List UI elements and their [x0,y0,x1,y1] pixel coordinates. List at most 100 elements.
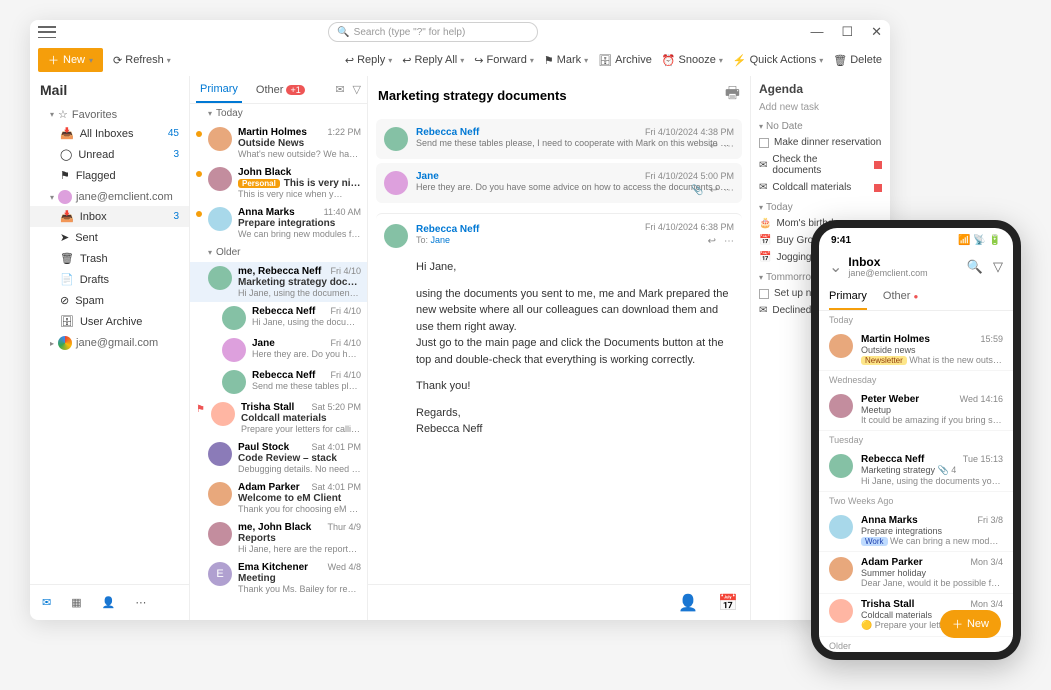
agenda-item[interactable]: Make dinner reservation [759,134,882,151]
message-body: Hi Jane, using the documents you sent to… [416,259,734,438]
sidebar-item-sent[interactable]: ➤ Sent [30,227,189,248]
close-icon[interactable]: ✕ [871,24,882,40]
phone-group-header: Older [819,637,1013,652]
phone-group-header: Today [819,311,1013,329]
conversation-message[interactable]: Jane Here they are. Do you have some adv… [376,163,742,203]
filter-icon[interactable]: ▽ [993,259,1003,275]
search-input[interactable]: 🔍 Search (type "?" for help) [328,22,538,42]
sidebar-item-spam[interactable]: ⊘ Spam [30,290,189,311]
mark-read-icon[interactable]: ✉ [335,83,344,96]
mail-icon[interactable]: ✉ [42,596,51,609]
quick-actions-button[interactable]: ⚡ Quick Actions ▾ [733,54,823,67]
message-menu-icon[interactable]: ⋯ [724,236,734,247]
flag-icon [874,161,882,169]
phone-new-button[interactable]: ＋ New [940,610,1001,638]
group-today[interactable]: ▾ Today [190,104,367,123]
favorites-header[interactable]: ▾ ☆ Favorites [30,104,189,123]
reading-bottom: 👤 📅 [368,584,750,620]
message-item[interactable]: Martin Holmes Outside News What's new ou… [190,123,367,163]
sidebar-item-unread[interactable]: ◯ Unread3 [30,144,189,165]
flag-icon [874,184,882,192]
phone-message-item[interactable]: Peter WeberWed 14:16 Meetup It could be … [819,389,1013,431]
agenda-item[interactable]: ✉Coldcall materials [759,179,882,196]
reading-pane: Marketing strategy documents 🖶 Rebecca N… [368,76,750,620]
mark-button[interactable]: ⚑ Mark ▾ [544,54,588,67]
sidebar-item-all-inboxes[interactable]: 📥 All Inboxes45 [30,123,189,144]
reply-all-button[interactable]: ↩ Reply All ▾ [402,54,464,67]
agenda-toggle-icon[interactable]: 📅 [718,593,738,613]
message-item[interactable]: John Black PersonalThis is very nice whe… [190,163,367,203]
tab-primary[interactable]: Primary [196,77,242,103]
phone-tab-primary[interactable]: Primary [829,284,867,310]
agenda-title: Agenda [759,82,882,96]
archive-button[interactable]: 🗄 Archive [598,54,652,67]
sidebar-item-archive[interactable]: 🗄 User Archive [30,311,189,332]
sidebar-item-flagged[interactable]: ⚑ Flagged [30,165,189,186]
print-icon[interactable]: 🖶 [725,82,740,109]
message-expanded: Rebecca Neff To: Jane Fri 4/10/2024 6:38… [376,213,742,456]
calendar-icon[interactable]: ▦ [71,596,81,609]
sidebar: Mail ▾ ☆ Favorites 📥 All Inboxes45 ◯ Unr… [30,76,190,620]
toolbar: ＋ New ▾ ⟳ Refresh ▾ ↩ Reply ▾ ↩ Reply Al… [30,44,890,76]
sidebar-item-trash[interactable]: 🗑 Trash [30,248,189,269]
message-menu-icon[interactable]: ⋯ [724,185,734,196]
phone-tab-other[interactable]: Other ● [883,284,918,310]
sidebar-item-inbox[interactable]: 📥 Inbox3 [30,206,189,227]
message-item[interactable]: me, John Black Reports Hi Jane, here are… [190,518,367,558]
phone-group-header: Tuesday [819,431,1013,449]
message-to[interactable]: Jane [431,235,451,245]
phone-message-item[interactable]: Anna MarksFri 3/8 Prepare integrations W… [819,510,1013,552]
message-item[interactable]: me, Rebecca Neff Marketing strategy docu… [190,262,367,302]
agenda-nodate-header[interactable]: ▾ No Date [759,121,882,132]
phone-group-header: Two Weeks Ago [819,492,1013,510]
delete-button[interactable]: 🗑 Delete [833,54,882,67]
message-item[interactable]: Rebecca Neff Hi Jane, using the document… [190,302,367,334]
message-item[interactable]: Rebecca Neff Send me these tables please… [190,366,367,398]
message-item[interactable]: Anna Marks Prepare integrations We can b… [190,203,367,243]
search-icon[interactable]: 🔍 [967,259,983,275]
new-button[interactable]: ＋ New ▾ [38,48,103,72]
tab-other[interactable]: Other +1 [252,78,309,102]
phone-inbox-title[interactable]: Inbox [848,256,927,268]
maximize-icon[interactable]: ☐ [841,24,853,40]
message-list: Primary Other +1 ✉ ▽ ▾ Today Martin Holm… [190,76,368,620]
message-menu-icon[interactable]: ⋯ [724,141,734,152]
more-icon[interactable]: ⋯ [135,596,146,609]
signal-battery-icon: 📶 📡 🔋 [958,235,1001,246]
account-header[interactable]: ▾ jane@emclient.com [30,186,189,206]
minimize-icon[interactable]: — [810,24,823,40]
attachment-icon: 📎 [691,185,703,196]
conversation-subject: Marketing strategy documents [378,88,567,103]
conversation-message[interactable]: Rebecca Neff Send me these tables please… [376,119,742,159]
snooze-button[interactable]: ⏰ Snooze ▾ [662,54,723,67]
account2-header[interactable]: ▸ jane@gmail.com [30,332,189,352]
phone-message-item[interactable]: Adam ParkerMon 3/4 Summer holiday Dear J… [819,552,1013,594]
sidebar-bottom-nav: ✉ ▦ 👤 ⋯ [30,584,189,620]
contact-detail-icon[interactable]: 👤 [678,593,698,613]
chevron-down-icon[interactable]: ⌄ [829,257,842,277]
reply-icon[interactable]: ↩ [710,141,718,152]
message-item[interactable]: E Ema Kitchener Meeting Thank you Ms. Ba… [190,558,367,598]
message-item[interactable]: ⚑ Trisha Stall Coldcall materials Prepar… [190,398,367,438]
phone-message-item[interactable]: Rebecca NeffTue 15:13 Marketing strategy… [819,449,1013,492]
reply-icon[interactable]: ↩ [710,185,718,196]
message-item[interactable]: Paul Stock Code Review – stack Debugging… [190,438,367,478]
refresh-button[interactable]: ⟳ Refresh ▾ [113,54,171,67]
reply-button[interactable]: ↩ Reply ▾ [345,54,392,67]
message-time: Fri 4/10/2024 6:38 PM [645,222,734,232]
filter-icon[interactable]: ▽ [353,83,361,96]
mobile-preview: 9:41 📶 📡 🔋 ⌄ Inbox jane@emclient.com 🔍 ▽… [811,220,1021,660]
refresh-icon: ⟳ [113,54,122,67]
sidebar-item-drafts[interactable]: 📄 Drafts [30,269,189,290]
agenda-item[interactable]: ✉Check the documents [759,151,882,179]
hamburger-icon[interactable] [38,26,56,38]
group-older[interactable]: ▾ Older [190,243,367,262]
contacts-icon[interactable]: 👤 [102,596,116,609]
forward-button[interactable]: ↪ Forward ▾ [474,54,534,67]
reply-icon[interactable]: ↩ [708,236,716,247]
phone-message-item[interactable]: Martin Holmes15:59 Outside news Newslett… [819,329,1013,371]
add-task-input[interactable]: Add new task [759,102,882,113]
agenda-today-header[interactable]: ▾ Today [759,202,882,213]
message-item[interactable]: Adam Parker Welcome to eM Client Thank y… [190,478,367,518]
message-item[interactable]: Jane Here they are. Do you have some adv… [190,334,367,366]
